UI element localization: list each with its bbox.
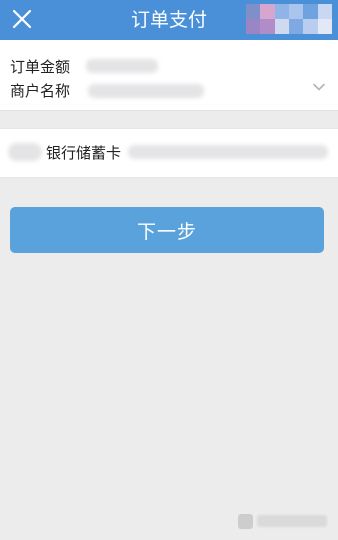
order-amount-redacted (86, 59, 158, 73)
bank-name-redacted (8, 143, 42, 161)
payment-method-label: 银行储蓄卡 (46, 144, 122, 162)
top-bar: 订单支付 (0, 0, 338, 40)
payment-method-row[interactable]: 银行储蓄卡 (0, 128, 338, 178)
merchant-name-redacted (88, 84, 204, 98)
watermark (238, 512, 327, 530)
next-step-button[interactable]: 下一步 (10, 207, 324, 253)
mosaic-redaction (246, 4, 332, 34)
order-amount-label: 订单金额 (10, 58, 71, 76)
merchant-name-label: 商户名称 (10, 82, 71, 100)
chevron-down-icon[interactable] (312, 80, 326, 94)
watermark-text-redacted (257, 515, 327, 527)
watermark-logo (238, 513, 253, 529)
card-number-redacted (128, 145, 328, 159)
order-info-panel: 订单金额 商户名称 (0, 40, 338, 111)
